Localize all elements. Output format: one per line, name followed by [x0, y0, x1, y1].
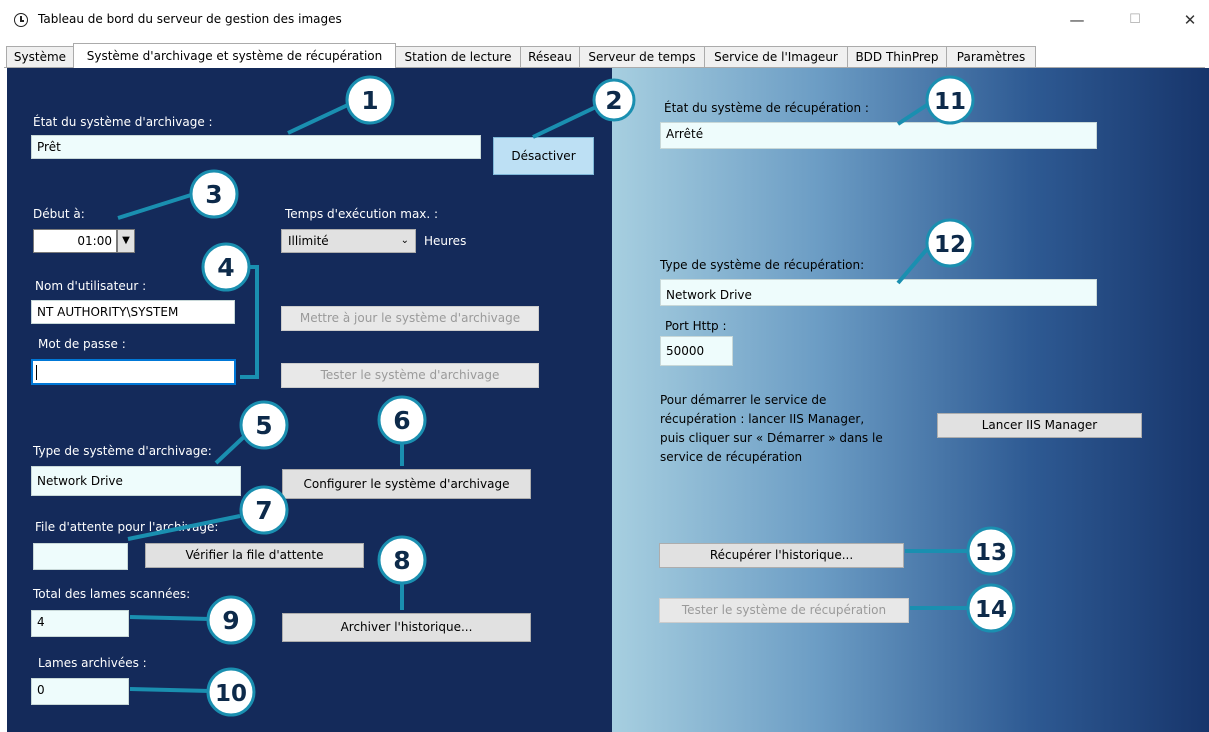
minimize-button[interactable]: —: [1062, 8, 1092, 32]
tab-systeme[interactable]: Système: [6, 46, 74, 67]
update-archive-button[interactable]: Mettre à jour le système d'archivage: [281, 306, 539, 331]
tab-parametres[interactable]: Paramètres: [946, 46, 1036, 67]
password-label: Mot de passe :: [38, 337, 126, 351]
username-input[interactable]: NT AUTHORITY\SYSTEM: [31, 300, 235, 324]
tab-serveur-temps[interactable]: Serveur de temps: [579, 46, 705, 67]
check-queue-button[interactable]: Vérifier la file d'attente: [145, 543, 364, 568]
tab-reseau[interactable]: Réseau: [520, 46, 580, 67]
launch-iis-button[interactable]: Lancer IIS Manager: [937, 413, 1142, 438]
maximize-button[interactable]: ☐: [1120, 8, 1150, 32]
archived-slides-label: Lames archivées :: [38, 656, 147, 670]
text-caret: [36, 365, 37, 380]
username-label: Nom d'utilisateur :: [35, 279, 147, 293]
port-field: 50000: [660, 336, 733, 366]
total-scanned-label: Total des lames scannées:: [33, 587, 191, 601]
configure-archive-button[interactable]: Configurer le système d'archivage: [282, 469, 531, 499]
test-retrieval-button[interactable]: Tester le système de récupération: [659, 598, 909, 623]
title-bar: Tableau de bord du serveur de gestion de…: [0, 0, 1209, 40]
clock-icon: [14, 13, 28, 27]
start-time-label: Début à:: [33, 207, 85, 221]
retrieval-type-label: Type de système de récupération:: [660, 258, 865, 272]
max-runtime-value: Illimité: [288, 234, 329, 248]
hours-label: Heures: [424, 234, 467, 248]
port-label: Port Http :: [665, 319, 727, 333]
window-title: Tableau de bord du serveur de gestion de…: [38, 12, 342, 26]
password-input[interactable]: [31, 359, 236, 385]
retrieval-status-field: Arrêté: [660, 122, 1097, 149]
start-time-input[interactable]: 01:00: [33, 229, 117, 253]
retrieval-type-field: Network Drive: [660, 279, 1097, 306]
tab-bar: Système Système d'archivage et système d…: [0, 40, 1209, 68]
close-button[interactable]: ✕: [1175, 8, 1205, 32]
start-time-dropdown[interactable]: ▼: [117, 229, 135, 253]
tab-archivage-recuperation[interactable]: Système d'archivage et système de récupé…: [73, 43, 396, 68]
deactivate-button[interactable]: Désactiver: [493, 137, 594, 175]
tab-bdd-thinprep[interactable]: BDD ThinPrep: [847, 46, 947, 67]
max-runtime-label: Temps d'exécution max. :: [285, 207, 439, 221]
archive-history-button[interactable]: Archiver l'historique...: [282, 613, 531, 642]
total-scanned-field: 4: [31, 610, 129, 637]
test-archive-button[interactable]: Tester le système d'archivage: [281, 363, 539, 388]
archive-queue-label: File d'attente pour l'archivage:: [35, 520, 219, 534]
instructions-line-2: récupération : lancer IIS Manager,: [660, 412, 865, 426]
archive-status-field: Prêt: [31, 135, 481, 159]
archive-queue-field: [33, 543, 128, 570]
instructions-line-4: service de récupération: [660, 450, 803, 464]
retrieve-history-button[interactable]: Récupérer l'historique...: [659, 543, 904, 568]
tab-service-imageur[interactable]: Service de l'Imageur: [704, 46, 848, 67]
instructions-line-1: Pour démarrer le service de: [660, 393, 827, 407]
window-border: [0, 68, 7, 732]
chevron-down-icon: ▼: [122, 235, 130, 246]
archive-status-label: État du système d'archivage :: [33, 115, 213, 129]
archive-type-field: Network Drive: [31, 466, 241, 496]
archived-slides-field: 0: [31, 678, 129, 705]
retrieval-status-label: État du système de récupération :: [664, 101, 869, 115]
tab-station-lecture[interactable]: Station de lecture: [395, 46, 521, 67]
instructions-line-3: puis cliquer sur « Démarrer » dans le: [660, 431, 883, 445]
chevron-down-icon: ⌄: [400, 235, 409, 246]
archive-type-label: Type de système d'archivage:: [33, 444, 212, 458]
max-runtime-select[interactable]: Illimité ⌄: [281, 229, 416, 253]
